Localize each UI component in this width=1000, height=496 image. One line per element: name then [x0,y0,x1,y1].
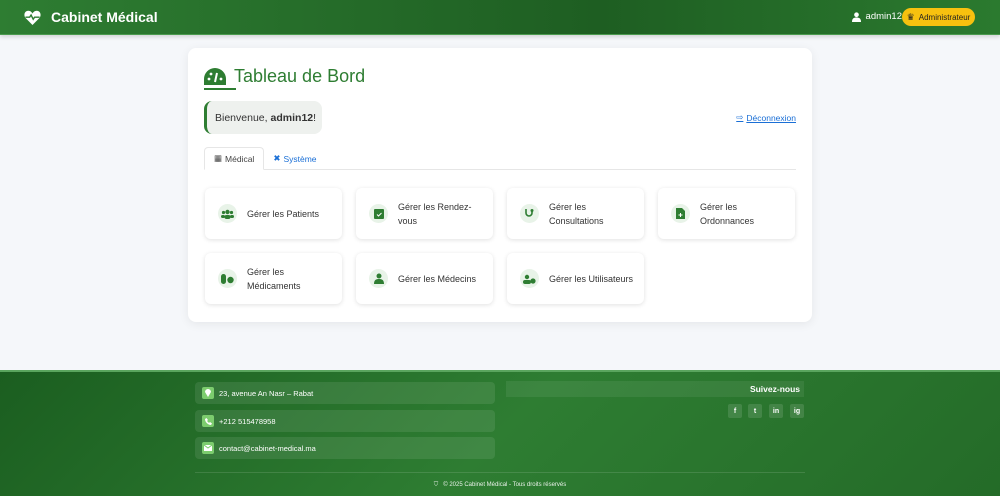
tile-label: Gérer les Médicaments [247,266,301,291]
calendar-check-icon [369,204,388,223]
shield-icon: ⛉ [433,482,439,488]
email-text: contact@cabinet-medical.ma [219,443,316,453]
tile-label: Gérer les Consultations [549,201,604,226]
logout-label: Déconnexion [746,112,796,123]
users-cog-icon [520,269,539,288]
welcome-suffix: ! [313,111,317,124]
footer-phone: +212 515478958 [195,410,495,432]
linkedin-icon[interactable]: in [769,404,783,418]
logout-link[interactable]: ⇨ Déconnexion [736,112,796,123]
pills-icon [218,269,237,288]
tile-users[interactable]: Gérer les Utilisateurs [507,253,644,304]
tile-label: Gérer les Rendez-vous [398,201,472,226]
tab-medical[interactable]: ▦ Médical [204,147,265,170]
tab-label: Médical [225,153,255,164]
role-badge: ♛ Administrateur [902,8,975,26]
brand-name: Cabinet Médical [51,9,158,25]
tile-label: Gérer les Ordonnances [700,201,755,226]
page-title-text: Tableau de Bord [234,66,366,86]
tile-appointments[interactable]: Gérer les Rendez-vous [356,188,493,239]
heart-pulse-icon [24,10,41,25]
current-user: admin12 [851,11,902,22]
footer-divider [195,472,805,473]
page-title: Tableau de Bord [204,66,365,87]
tab-system[interactable]: ✖ Système [264,147,325,170]
title-underline [204,88,236,90]
user-doctor-icon [369,269,388,288]
tile-label: Gérer les Utilisateurs [549,273,634,284]
facebook-icon[interactable]: f [728,404,742,418]
tile-label: Gérer les Patients [247,208,320,219]
brand[interactable]: Cabinet Médical [24,9,158,25]
footer: 23, avenue An Nasr – Rabat +212 51547895… [0,370,1000,496]
welcome-prefix: Bienvenue, [215,111,268,124]
tile-consultations[interactable]: Gérer les Consultations [507,188,644,239]
stethoscope-icon [520,204,539,223]
copyright: ⛉ © 2025 Cabinet Médical - Tous droits ré… [0,482,1000,489]
user-icon [851,11,861,22]
footer-address: 23, avenue An Nasr – Rabat [195,382,495,404]
crown-icon: ♛ [906,11,915,22]
top-navbar: Cabinet Médical admin12 ♛ Administrateur [0,0,1000,35]
welcome-user: admin12 [270,111,314,124]
hospital-icon: ▦ [214,153,223,163]
map-marker-icon [202,387,214,399]
tab-bar: ▦ Médical ✖ Système [204,147,796,170]
tile-label: Gérer les Médecins [398,273,477,284]
file-medical-icon [671,204,690,223]
phone-icon [202,415,214,427]
welcome-message: Bienvenue, admin12 ! [204,101,322,134]
envelope-icon [202,442,214,454]
tile-patients[interactable]: Gérer les Patients [205,188,342,239]
tile-prescriptions[interactable]: Gérer les Ordonnances [658,188,795,239]
address-text: 23, avenue An Nasr – Rabat [219,388,314,398]
tile-medications[interactable]: Gérer les Médicaments [205,253,342,304]
sign-out-icon: ⇨ [736,112,744,122]
tools-icon: ✖ [273,153,281,163]
copyright-text: © 2025 Cabinet Médical - Tous droits rés… [443,482,567,488]
footer-email: contact@cabinet-medical.ma [195,437,495,459]
phone-text: +212 515478958 [219,416,276,426]
follow-heading: Suivez-nous [506,381,804,397]
username: admin12 [865,11,902,22]
tile-doctors[interactable]: Gérer les Médecins [356,253,493,304]
users-icon [218,204,237,223]
gauge-icon [204,67,226,85]
tab-label: Système [283,153,317,164]
role-label: Administrateur [918,12,971,22]
instagram-icon[interactable]: ig [790,404,804,418]
twitter-icon[interactable]: t [748,404,762,418]
